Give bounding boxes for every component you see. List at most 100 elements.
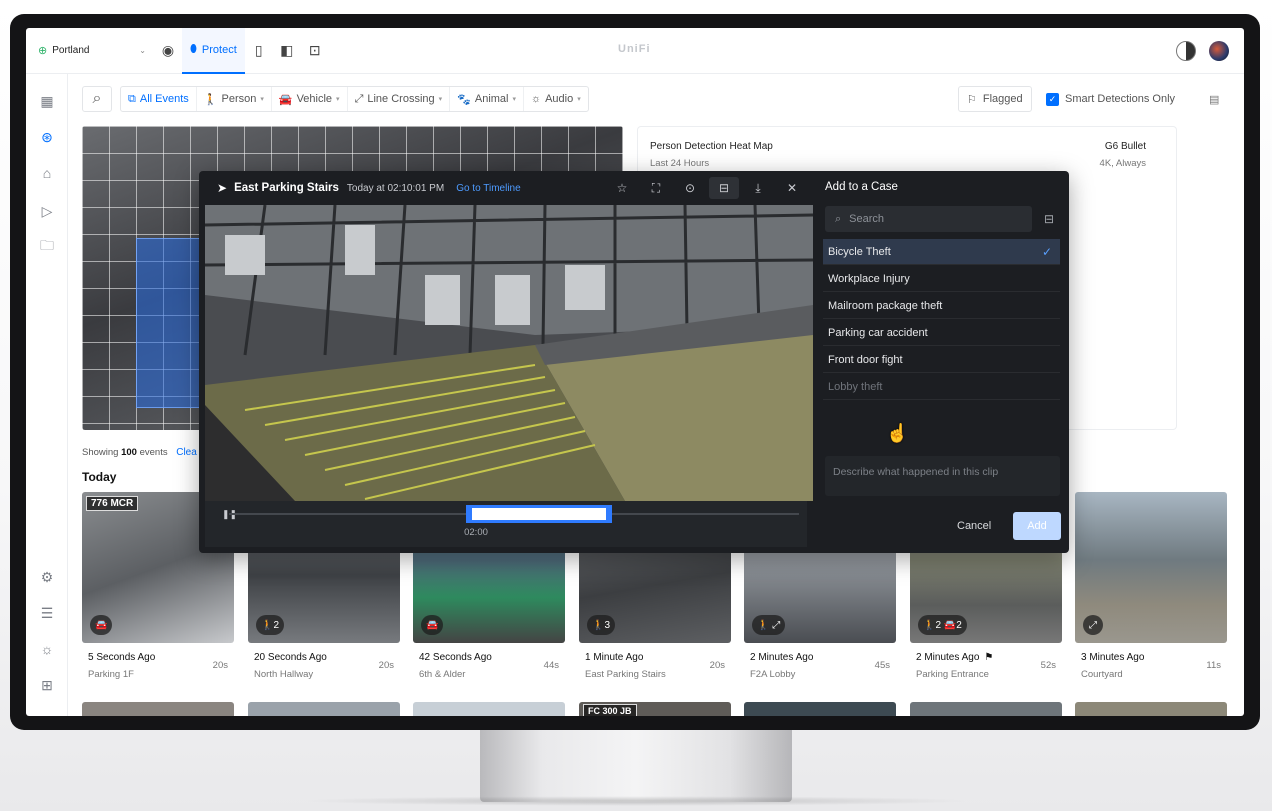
event-location: 6th & Alder [419, 669, 466, 680]
user-avatar[interactable] [1209, 41, 1229, 61]
search-box[interactable]: ⌕ [82, 86, 112, 112]
event-location: Parking 1F [88, 669, 134, 680]
filter-person[interactable]: 🚶 Person ▾ [195, 87, 271, 111]
filter-vehicle-label: Vehicle [296, 93, 333, 105]
case-item[interactable]: Parking car accident [823, 320, 1060, 346]
network-app-icon[interactable]: ◉ [154, 28, 182, 74]
filter-line-crossing[interactable]: ⤢ Line Crossing ▾ [346, 87, 450, 111]
event-location: Courtyard [1081, 669, 1123, 680]
heatmap-camera: G6 Bullet [1104, 141, 1146, 152]
description-placeholder: Describe what happened in this clip [833, 466, 999, 478]
filter-audio[interactable]: ☼ Audio ▾ [523, 87, 588, 111]
heatmap-mode: 4K, Always [1099, 158, 1146, 169]
case-search-input[interactable]: ⌕ Search [825, 206, 1032, 232]
event-card-next-row[interactable] [1075, 702, 1227, 716]
event-duration: 52s [1040, 660, 1056, 671]
app-screen: ⊕ Portland ⌄ ◉ ⬮ Protect ▯ ◧ ⊡ UniFi ▦ ⊛… [26, 28, 1244, 716]
connect-app-icon[interactable]: ⊡ [301, 28, 329, 74]
clear-link[interactable]: Clea [176, 447, 197, 458]
audio-icon: ☼ [531, 93, 542, 105]
flagged-filter[interactable]: ⚐ Flagged [958, 86, 1032, 112]
access-app-icon[interactable]: ▯ [245, 28, 273, 74]
snapshot-icon[interactable]: ⊙ [675, 177, 705, 199]
video-player[interactable] [205, 205, 813, 501]
talk-app-icon[interactable]: ◧ [273, 28, 301, 74]
add-to-case-icon[interactable]: ⊟ [709, 177, 739, 199]
site-name: Portland [52, 45, 90, 56]
site-selector[interactable]: ⊕ Portland ⌄ [26, 28, 154, 74]
scrub-bar[interactable]: ❚❚ 02:00 [205, 501, 807, 547]
modal-timestamp: Today at 02:10:01 PM [346, 182, 445, 194]
event-time-text: 20 Seconds Ago [254, 652, 327, 663]
add-button[interactable]: Add [1013, 512, 1061, 540]
event-time-text: 5 Seconds Ago [88, 652, 156, 663]
case-item[interactable]: Bicycle Theft ✓ [823, 239, 1060, 265]
detection-badge: 🚶3 [587, 615, 616, 635]
go-to-timeline-link[interactable]: Go to Timeline [456, 183, 520, 194]
zoom-icon[interactable]: ⛶ [641, 177, 671, 199]
filter-bar: ⌕ ⧉ All Events 🚶 Person ▾ 🚘 Vehicle ▾ ⤢ Line C… [82, 86, 589, 112]
logs-icon[interactable]: ☰ [38, 604, 56, 622]
case-name: Mailroom package theft [828, 299, 943, 312]
checkbox-checked-icon[interactable]: ✓ [1046, 92, 1059, 106]
event-filters: ⧉ All Events 🚶 Person ▾ 🚘 Vehicle ▾ ⤢ Line Cro… [120, 86, 589, 112]
case-item[interactable]: Mailroom package theft [823, 293, 1060, 319]
dashboard-icon[interactable]: ▦ [38, 92, 56, 110]
calendar-icon[interactable]: ▤ [1209, 86, 1219, 112]
play-icon[interactable]: ▷ [38, 202, 56, 220]
cancel-button[interactable]: Cancel [957, 520, 991, 532]
event-duration: 20s [378, 660, 394, 671]
flag-icon: ⚐ [967, 93, 977, 106]
theme-toggle-icon[interactable] [1176, 41, 1196, 61]
filter-vehicle[interactable]: 🚘 Vehicle ▾ [270, 87, 347, 111]
case-item[interactable]: Front door fight [823, 347, 1060, 373]
alarm-icon[interactable]: ☼ [38, 640, 56, 658]
detections-icon[interactable]: ⊛ [38, 128, 56, 146]
protect-label: Protect [201, 43, 237, 56]
event-card-next-row[interactable] [413, 702, 565, 716]
filter-animal[interactable]: 🐾 Animal ▾ [449, 87, 523, 111]
case-item[interactable]: Lobby theft [823, 374, 1060, 400]
event-card-next-row[interactable]: FC 300 JB [579, 702, 731, 716]
event-time: 2 Minutes Ago [750, 652, 813, 663]
event-card-next-row[interactable] [82, 702, 234, 716]
event-card[interactable]: ⤢ 3 Minutes Ago Courtyard 11s [1075, 492, 1227, 680]
globe-icon: ⊕ [38, 45, 48, 57]
devices-icon[interactable]: ⊞ [38, 676, 56, 694]
smart-only-toggle[interactable]: ✓ Smart Detections Only [1046, 86, 1175, 112]
clip-description-input[interactable]: Describe what happened in this clip [825, 456, 1060, 496]
event-card-next-row[interactable] [744, 702, 896, 716]
filter-audio-label: Audio [545, 93, 574, 105]
download-icon[interactable]: ⤓ [743, 177, 773, 199]
detection-badge: 🚶2 🚘2 [918, 615, 967, 635]
brand-title: UniFi [618, 43, 651, 55]
close-icon[interactable]: ✕ [777, 177, 807, 199]
protect-app-tab[interactable]: ⬮ Protect [182, 28, 245, 74]
event-location: North Hallway [254, 669, 314, 680]
clip-modal: ➤ East Parking Stairs Today at 02:10:01 … [199, 171, 1069, 553]
event-time: 1 Minute Ago [585, 652, 643, 663]
case-item[interactable]: Workplace Injury [823, 266, 1060, 292]
chevron-down-icon: ▾ [577, 96, 581, 103]
case-name: Front door fight [828, 353, 903, 366]
new-case-icon[interactable]: ⊟ [1038, 206, 1060, 232]
filter-all-label: All Events [139, 93, 189, 105]
event-location: East Parking Stairs [585, 669, 666, 680]
event-thumbnail: ⤢ [1075, 492, 1227, 643]
event-duration: 11s [1206, 660, 1221, 671]
star-icon[interactable]: ☆ [607, 177, 637, 199]
detection-badges: 🚘 [90, 615, 113, 635]
event-duration: 45s [874, 660, 890, 671]
event-card-next-row[interactable] [910, 702, 1062, 716]
filter-all-events[interactable]: ⧉ All Events [121, 87, 196, 111]
clip-selection[interactable] [466, 505, 612, 523]
settings-icon[interactable]: ⚙ [38, 568, 56, 586]
map-icon[interactable]: ⌂ [38, 164, 56, 182]
heatmap-period: Last 24 Hours [650, 158, 710, 169]
detection-badges: 🚶2 🚘2 [918, 615, 967, 635]
event-time: 2 Minutes Ago ⚑ [916, 652, 993, 663]
filter-animal-label: Animal [474, 93, 509, 105]
event-card-next-row[interactable] [248, 702, 400, 716]
detection-badge: ⤢ [1083, 615, 1103, 635]
cases-folder-icon[interactable]: 🗀 [38, 237, 56, 256]
